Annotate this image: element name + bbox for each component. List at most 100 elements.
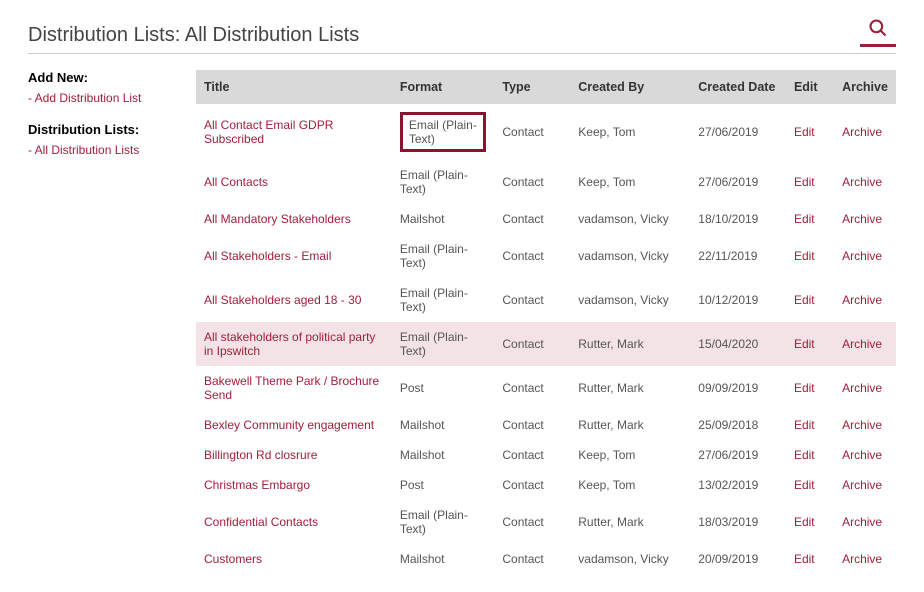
row-created-by: Keep, Tom [570, 160, 690, 204]
row-format: Email (Plain-Text) [392, 322, 495, 366]
table-row: Customers MailshotContactvadamson, Vicky2… [196, 544, 896, 574]
row-format-highlight: Email (Plain-Text) [400, 112, 487, 152]
row-created-by: vadamson, Vicky [570, 544, 690, 574]
row-archive-link[interactable]: Archive [842, 249, 882, 263]
row-edit-link[interactable]: Edit [794, 337, 815, 351]
row-created-date: 27/06/2019 [690, 440, 786, 470]
row-format: Post [392, 470, 495, 500]
row-edit-link[interactable]: Edit [794, 478, 815, 492]
col-header-title[interactable]: Title [196, 70, 392, 104]
row-title-link[interactable]: Bexley Community engagement [204, 418, 374, 432]
row-created-date: 13/02/2019 [690, 470, 786, 500]
col-header-type[interactable]: Type [494, 70, 570, 104]
table-row: Christmas Embargo PostContactKeep, Tom13/… [196, 470, 896, 500]
row-created-by: Keep, Tom [570, 470, 690, 500]
row-archive-link[interactable]: Archive [842, 293, 882, 307]
col-header-created-by[interactable]: Created By [570, 70, 690, 104]
row-archive-link[interactable]: Archive [842, 515, 882, 529]
row-archive-link[interactable]: Archive [842, 175, 882, 189]
row-title-link[interactable]: All Stakeholders aged 18 - 30 [204, 293, 361, 307]
col-header-created-date[interactable]: Created Date [690, 70, 786, 104]
table-row: All ContactsEmail (Plain-Text)ContactKee… [196, 160, 896, 204]
row-type: Contact [494, 104, 570, 160]
row-type: Contact [494, 160, 570, 204]
row-title-link[interactable]: Confidential Contacts [204, 515, 318, 529]
row-title-link[interactable]: Christmas Embargo [204, 478, 310, 492]
row-edit-link[interactable]: Edit [794, 418, 815, 432]
row-title-link[interactable]: Bakewell Theme Park / Brochure Send [204, 374, 379, 402]
row-archive-link[interactable]: Archive [842, 552, 882, 566]
row-edit-link[interactable]: Edit [794, 515, 815, 529]
row-archive-link[interactable]: Archive [842, 125, 882, 139]
row-format: Post [392, 366, 495, 410]
row-title-link[interactable]: All Stakeholders - Email [204, 249, 331, 263]
sidebar-heading-distribution-lists: Distribution Lists: [28, 122, 178, 137]
row-created-date: 27/06/2019 [690, 160, 786, 204]
row-format: Email (Plain-Text) [392, 278, 495, 322]
row-title-link[interactable]: All Contacts [204, 175, 268, 189]
row-created-date: 18/03/2019 [690, 500, 786, 544]
search-icon [868, 18, 888, 38]
table-row: All Stakeholders - Email Email (Plain-Tex… [196, 234, 896, 278]
row-archive-link[interactable]: Archive [842, 418, 882, 432]
sidebar-heading-add-new: Add New: [28, 70, 178, 85]
page-header: Distribution Lists: All Distribution Lis… [28, 18, 896, 54]
table-row: Bexley Community engagement MailshotConta… [196, 410, 896, 440]
row-edit-link[interactable]: Edit [794, 125, 815, 139]
row-title-link[interactable]: Customers [204, 552, 262, 566]
table-row: All Stakeholders aged 18 - 30 Email (Plai… [196, 278, 896, 322]
row-format: Mailshot [392, 410, 495, 440]
row-title-link[interactable]: Billington Rd closrure [204, 448, 317, 462]
col-header-format[interactable]: Format [392, 70, 495, 104]
row-created-by: Rutter, Mark [570, 322, 690, 366]
row-format: Email (Plain-Text) [392, 500, 495, 544]
row-created-date: 27/06/2019 [690, 104, 786, 160]
row-edit-link[interactable]: Edit [794, 381, 815, 395]
table-row: Confidential ContactsEmail (Plain-Text)C… [196, 500, 896, 544]
row-title-link[interactable]: All Contact Email GDPR Subscribed [204, 118, 333, 146]
row-created-date: 22/11/2019 [690, 234, 786, 278]
row-created-by: vadamson, Vicky [570, 234, 690, 278]
row-created-by: Rutter, Mark [570, 500, 690, 544]
row-edit-link[interactable]: Edit [794, 212, 815, 226]
row-created-date: 18/10/2019 [690, 204, 786, 234]
row-title-link[interactable]: All Mandatory Stakeholders [204, 212, 351, 226]
row-archive-link[interactable]: Archive [842, 212, 882, 226]
page-title: Distribution Lists: All Distribution Lis… [28, 24, 359, 47]
row-created-date: 25/09/2018 [690, 410, 786, 440]
row-created-by: Keep, Tom [570, 440, 690, 470]
row-archive-link[interactable]: Archive [842, 337, 882, 351]
row-edit-link[interactable]: Edit [794, 293, 815, 307]
distribution-lists-table: Title Format Type Created By Created Dat… [196, 70, 896, 574]
row-type: Contact [494, 470, 570, 500]
row-created-by: Keep, Tom [570, 104, 690, 160]
row-edit-link[interactable]: Edit [794, 249, 815, 263]
col-header-edit: Edit [786, 70, 834, 104]
row-type: Contact [494, 410, 570, 440]
row-created-by: Rutter, Mark [570, 410, 690, 440]
main-content: Title Format Type Created By Created Dat… [196, 70, 896, 574]
table-row: Bakewell Theme Park / Brochure Send PostC… [196, 366, 896, 410]
row-edit-link[interactable]: Edit [794, 552, 815, 566]
sidebar-link-add-distribution-list[interactable]: Add Distribution List [28, 89, 178, 108]
table-row: All stakeholders of political party in I… [196, 322, 896, 366]
sidebar-link-all-distribution-lists[interactable]: All Distribution Lists [28, 141, 178, 160]
row-title-link[interactable]: All stakeholders of political party in I… [204, 330, 375, 358]
col-header-archive: Archive [834, 70, 896, 104]
row-created-date: 10/12/2019 [690, 278, 786, 322]
row-edit-link[interactable]: Edit [794, 448, 815, 462]
row-edit-link[interactable]: Edit [794, 175, 815, 189]
row-archive-link[interactable]: Archive [842, 448, 882, 462]
row-type: Contact [494, 366, 570, 410]
row-created-by: Rutter, Mark [570, 366, 690, 410]
row-format: Email (Plain-Text) [392, 234, 495, 278]
search-button[interactable] [860, 18, 896, 47]
row-archive-link[interactable]: Archive [842, 478, 882, 492]
row-created-date: 20/09/2019 [690, 544, 786, 574]
row-format: Mailshot [392, 440, 495, 470]
row-archive-link[interactable]: Archive [842, 381, 882, 395]
row-format: Mailshot [392, 544, 495, 574]
sidebar: Add New: Add Distribution List Distribut… [28, 70, 178, 574]
table-row: All Mandatory StakeholdersMailshotContac… [196, 204, 896, 234]
row-type: Contact [494, 544, 570, 574]
